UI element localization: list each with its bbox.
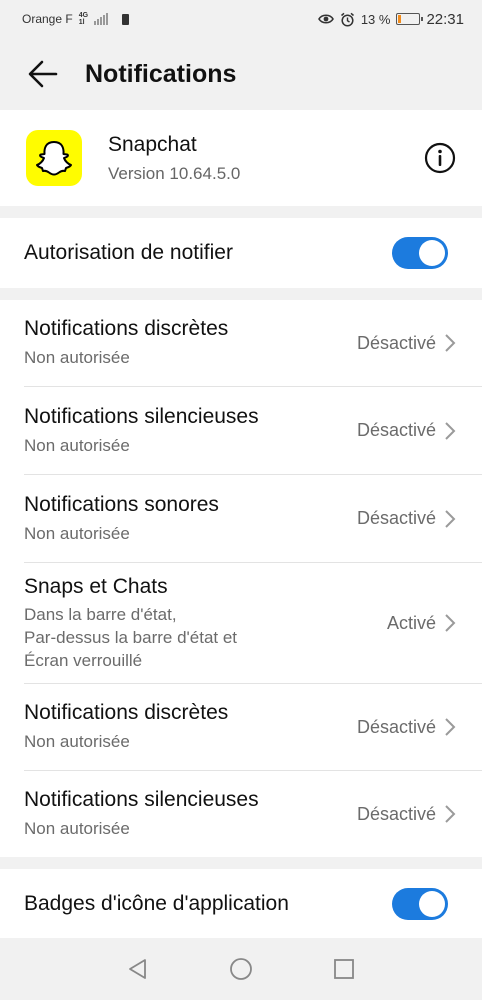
recents-square-icon[interactable] <box>333 958 355 980</box>
row-value: Désactivé <box>356 420 436 440</box>
app-badges-label: Badges d'icône d'application <box>24 892 289 915</box>
app-badges-switch[interactable] <box>392 888 448 920</box>
row-right: Désactivé <box>357 508 456 529</box>
app-name: Snapchat <box>108 132 197 156</box>
app-badges-row[interactable]: Badges d'icône d'application <box>0 869 482 939</box>
row-title: Notifications sonores <box>24 492 219 516</box>
category-row[interactable]: Notifications silencieuses Non autorisée… <box>24 771 482 857</box>
row-subtitle-line: Par-dessus la barre d'état et <box>24 627 238 647</box>
row-value: Désactivé <box>356 508 436 528</box>
switch-knob <box>419 240 445 266</box>
system-navigation-bar <box>0 938 482 1000</box>
row-main: Notifications sonores Non autorisée <box>24 493 219 545</box>
row-right: Désactivé <box>357 420 456 441</box>
category-row[interactable]: Notifications sonores Non autorisée Désa… <box>24 475 482 563</box>
row-right: Désactivé <box>357 333 456 354</box>
row-main: Notifications discrètes Non autorisée <box>24 317 228 369</box>
row-title: Notifications silencieuses <box>24 788 259 811</box>
arrow-left-icon <box>28 60 58 88</box>
battery-fill <box>398 15 402 23</box>
row-title: Snaps et Chats <box>24 574 168 598</box>
row-title: Notifications silencieuses <box>24 404 259 428</box>
chevron-right-icon <box>445 718 456 736</box>
row-value: Désactivé <box>356 803 436 824</box>
row-main: Notifications silencieuses Non autorisée <box>24 405 259 457</box>
signal-icon <box>94 13 109 25</box>
snapchat-app-icon <box>26 130 82 186</box>
app-text: Snapchat Version 10.64.5.0 <box>108 133 240 184</box>
battery-percent: 13 % <box>360 11 391 27</box>
status-bar: Orange F 4G 1l 13 % 22:31 <box>0 0 482 38</box>
network-bottom: 1l <box>78 19 85 26</box>
row-subtitle: Non autorisée <box>24 819 130 838</box>
switch-knob <box>419 891 445 917</box>
allow-notifications-switch[interactable] <box>392 237 448 269</box>
notification-categories-list: Notifications discrètes Non autorisée Dé… <box>0 300 482 857</box>
row-title: Notifications discrètes <box>24 701 229 724</box>
alarm-icon <box>340 12 354 27</box>
back-button[interactable] <box>26 57 60 91</box>
row-right: Activé <box>387 613 456 634</box>
row-subtitle: Non autorisée <box>24 732 130 751</box>
clock: 22:31 <box>426 10 464 28</box>
allow-notifications-row[interactable]: Autorisation de notifier <box>0 218 482 288</box>
back-triangle-icon[interactable] <box>127 958 149 980</box>
category-row[interactable]: Notifications discrètes Non autorisée Dé… <box>24 684 482 771</box>
chevron-right-icon <box>445 334 456 352</box>
row-main: Notifications discrètes Non autorisée <box>24 701 228 753</box>
chevron-right-icon <box>445 421 456 440</box>
chevron-right-icon <box>445 805 456 823</box>
row-subtitle: Non autorisée <box>24 523 130 543</box>
info-icon <box>424 142 456 174</box>
row-subtitle-line: Écran verrouillé <box>24 650 143 670</box>
category-row[interactable]: Notifications silencieuses Non autorisée… <box>24 387 482 475</box>
row-subtitle: Non autorisée <box>24 348 130 367</box>
network-type: 4G 1l <box>79 12 88 26</box>
row-subtitle-line: Dans la barre d'état, <box>24 604 177 624</box>
row-value: Désactivé <box>356 332 436 353</box>
category-row[interactable]: Notifications discrètes Non autorisée Dé… <box>24 300 482 387</box>
chevron-right-icon <box>445 614 456 632</box>
row-right: Désactivé <box>357 717 456 738</box>
chevron-right-icon <box>445 509 456 528</box>
status-left: Orange F 4G 1l <box>22 12 130 26</box>
row-value: Activé <box>386 612 436 633</box>
category-row[interactable]: Snaps et Chats Dans la barre d'état, Par… <box>24 563 482 684</box>
app-info-card: Snapchat Version 10.64.5.0 <box>0 110 482 206</box>
allow-notifications-label: Autorisation de notifier <box>24 241 233 264</box>
row-value: Désactivé <box>356 716 436 737</box>
row-right: Désactivé <box>357 804 456 825</box>
sim-icon <box>122 13 130 25</box>
network-top: 4G <box>78 12 89 19</box>
row-main: Notifications silencieuses Non autorisée <box>24 788 259 840</box>
app-bar: Notifications <box>0 38 482 110</box>
home-circle-icon[interactable] <box>229 957 253 981</box>
row-main: Snaps et Chats Dans la barre d'état, Par… <box>24 575 237 672</box>
page-title: Notifications <box>85 59 237 88</box>
carrier-name: Orange F <box>22 12 73 26</box>
row-title: Notifications discrètes <box>24 317 229 340</box>
app-version: Version 10.64.5.0 <box>108 163 241 183</box>
app-info-button[interactable] <box>424 142 456 174</box>
row-subtitle: Non autorisée <box>24 435 130 455</box>
battery-icon <box>396 13 424 25</box>
status-right: 13 % 22:31 <box>317 10 464 28</box>
eye-icon <box>317 14 334 24</box>
ghost-icon <box>36 141 72 176</box>
